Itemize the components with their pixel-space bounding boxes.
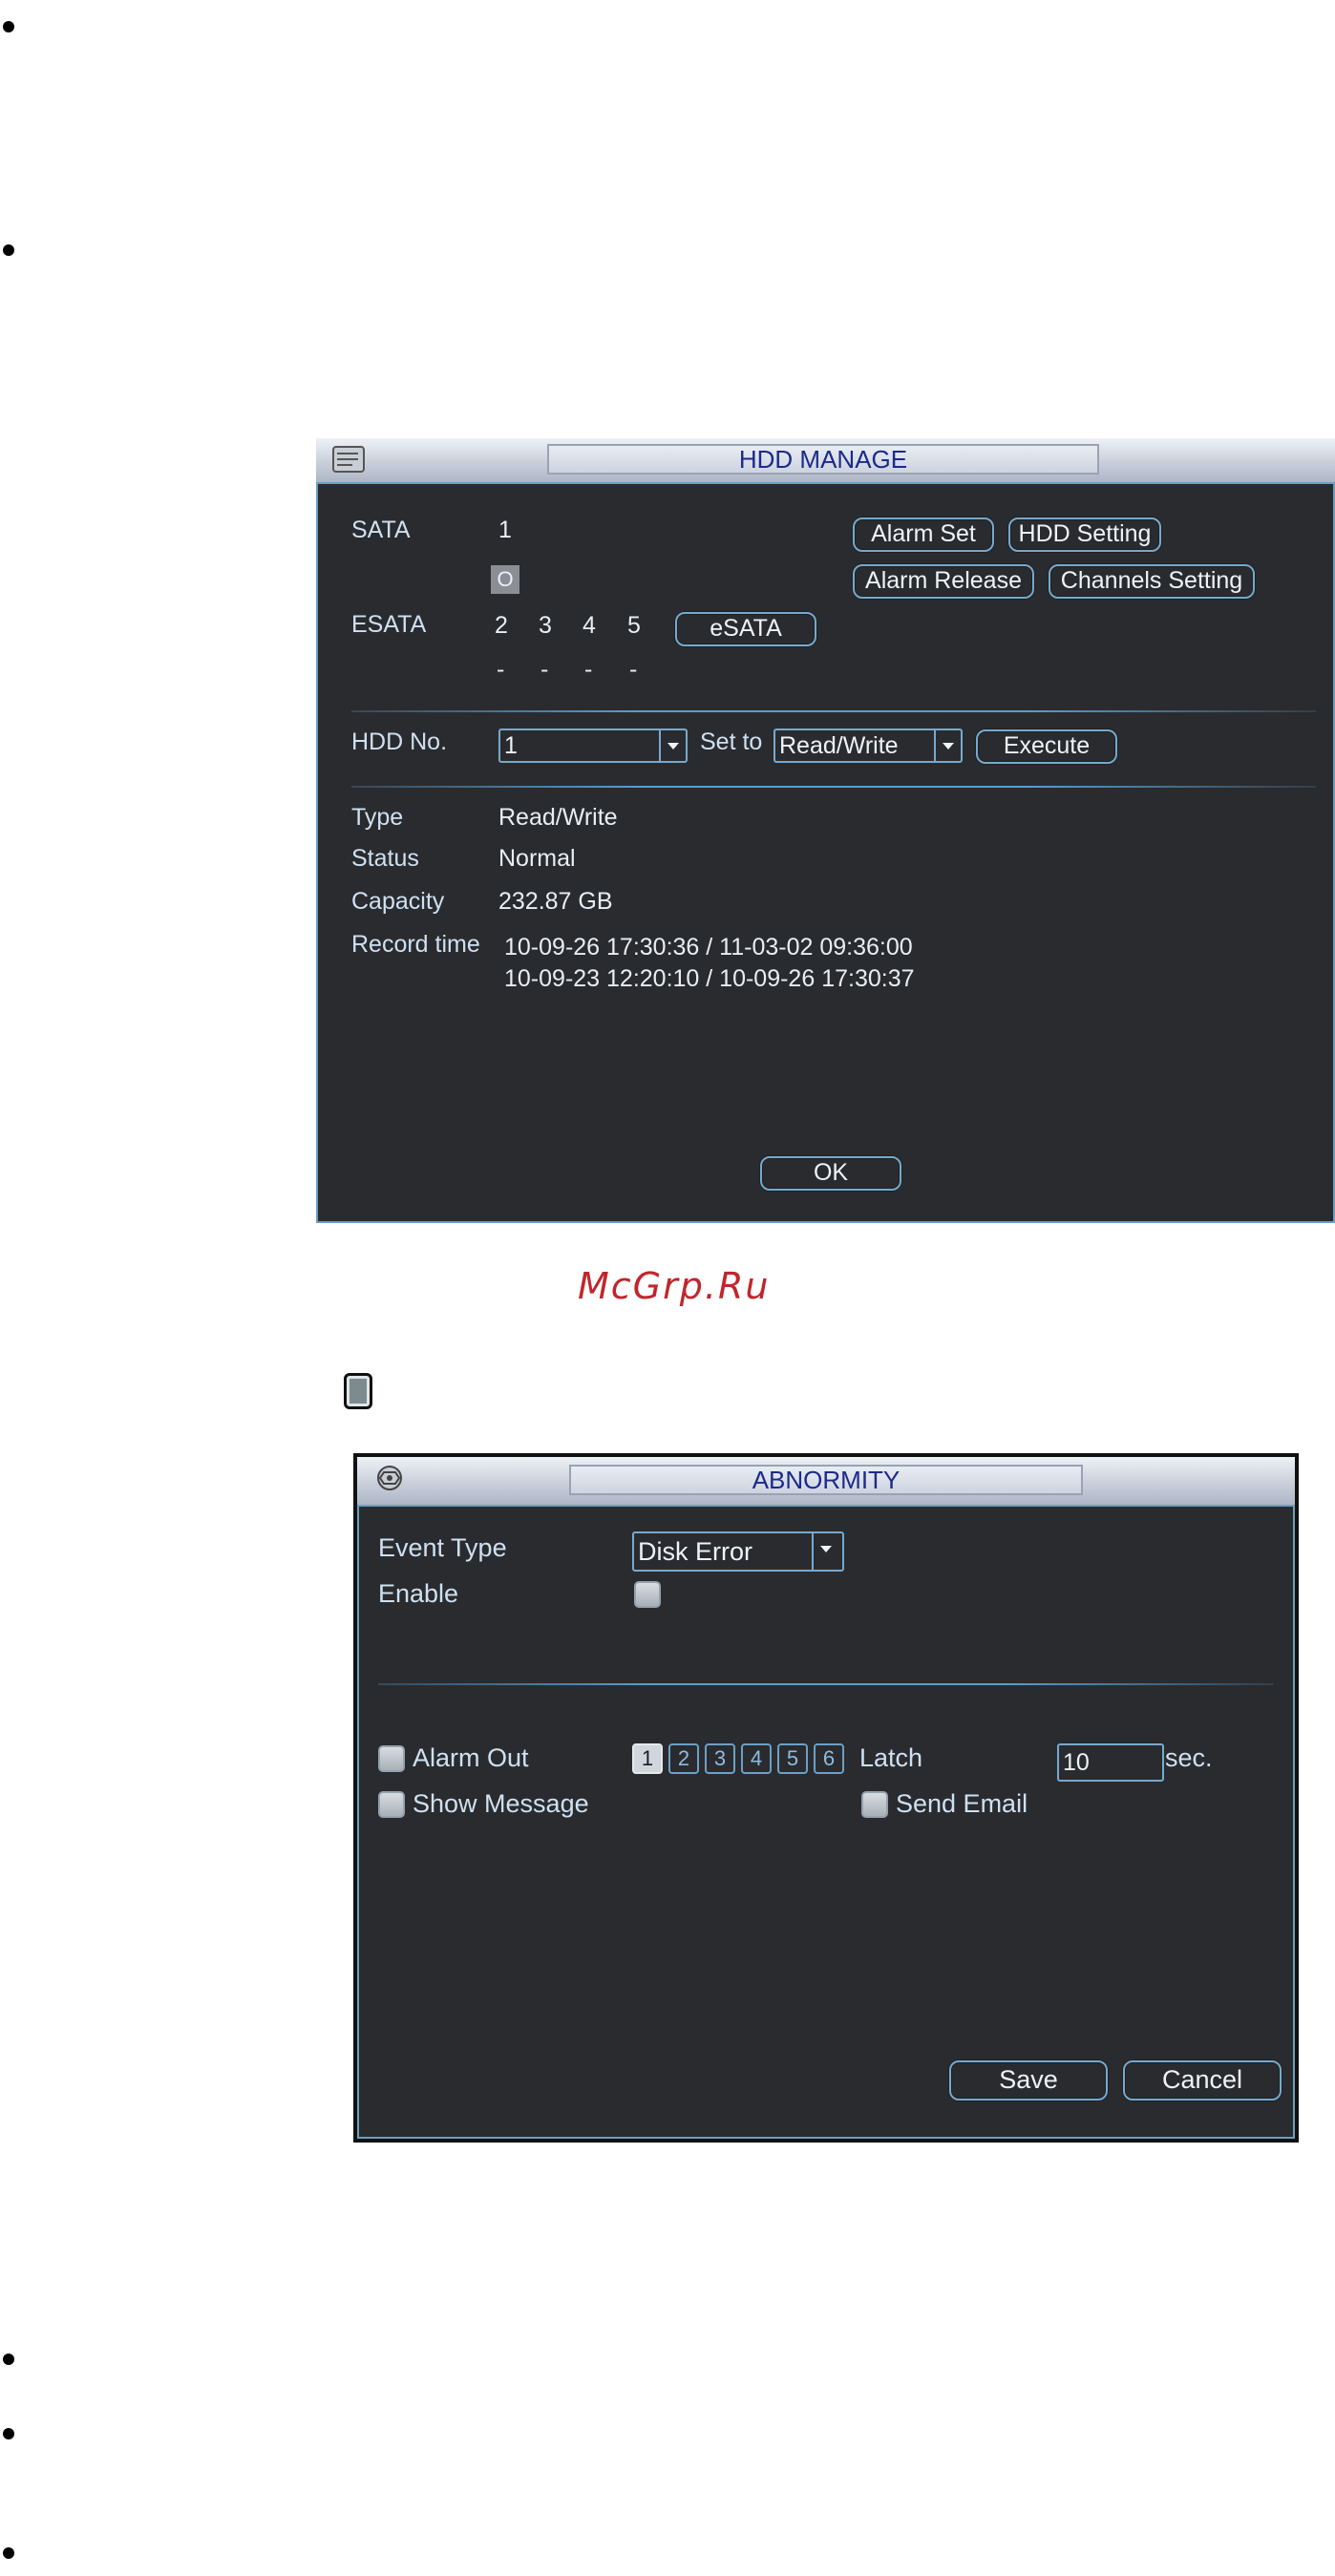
record-time-label: Record time [351,931,480,958]
chevron-down-icon[interactable] [812,1533,842,1570]
event-type-label: Event Type [378,1533,507,1562]
esata-label: ESATA [351,611,427,638]
status-value: Normal [498,845,576,872]
network-gear-icon [377,1466,402,1490]
event-type-select[interactable]: Disk Error [632,1531,844,1572]
execute-button[interactable]: Execute [976,729,1117,764]
alarm-release-button[interactable]: Alarm Release [853,564,1034,599]
event-type-value: Disk Error [638,1537,752,1566]
hdd-manage-window: HDD MANAGE SATA 1 O ESATA 2 3 4 5 - - - … [316,438,1335,1223]
bullet-icon [3,2547,14,2559]
hdd-setting-button[interactable]: HDD Setting [1008,517,1161,552]
type-value: Read/Write [498,804,618,831]
sata-slot-indicator[interactable]: O [491,565,519,594]
button-icon [344,1373,372,1409]
alarm-out-channel[interactable]: 3 [705,1743,735,1774]
divider [351,710,1316,712]
hdd-icon [332,446,365,473]
esata-port-status: - [584,656,593,683]
save-button[interactable]: Save [949,2060,1108,2101]
title-bar: ABNORMITY [357,1457,1295,1505]
hdd-no-label: HDD No. [351,728,448,755]
esata-port-status: - [540,656,549,683]
enable-checkbox[interactable] [634,1581,661,1608]
esata-port: 5 [627,612,641,639]
esata-port-status: - [629,656,638,683]
title-bar: HDD MANAGE [316,438,1335,482]
latch-input[interactable]: 10 [1057,1743,1164,1782]
alarm-out-channel[interactable]: 4 [741,1743,772,1774]
send-email-checkbox[interactable] [861,1791,888,1818]
window-title: ABNORMITY [569,1465,1083,1495]
ok-button[interactable]: OK [760,1156,901,1191]
watermark-text: McGrp.Ru [578,1265,771,1307]
show-message-label: Show Message [413,1789,589,1818]
alarm-out-channel[interactable]: 5 [777,1743,808,1774]
show-message-checkbox[interactable] [378,1791,405,1818]
set-to-label: Set to [700,728,763,755]
esata-button[interactable]: eSATA [675,612,816,646]
hdd-no-value: 1 [504,732,518,759]
send-email-label: Send Email [896,1789,1028,1818]
window-body [357,1505,1295,2139]
type-label: Type [351,804,404,831]
capacity-label: Capacity [351,888,445,915]
bullet-icon [3,244,14,256]
latch-label: Latch [859,1743,923,1772]
abnormity-window: ABNORMITY Event Type Disk Error Enable A… [353,1453,1299,2143]
chevron-down-icon[interactable] [934,730,961,761]
set-to-value: Read/Write [779,732,899,759]
hdd-no-select[interactable]: 1 [498,728,688,763]
record-time-entry: 10-09-23 12:20:10 / 10-09-26 17:30:37 [504,965,915,992]
esata-port: 4 [583,612,596,639]
sata-label: SATA [351,517,411,543]
sata-port: 1 [498,517,512,543]
alarm-out-label: Alarm Out [413,1743,529,1772]
bullet-icon [3,21,14,32]
alarm-out-channel[interactable]: 1 [632,1743,663,1774]
esata-port-status: - [497,656,505,683]
divider [378,1683,1274,1685]
divider [351,786,1316,788]
record-time-entry: 10-09-26 17:30:36 / 11-03-02 09:36:00 [504,934,913,961]
chevron-down-icon[interactable] [659,730,686,761]
bullet-icon [3,2428,14,2439]
status-label: Status [351,845,419,872]
alarm-out-channel[interactable]: 2 [668,1743,699,1774]
channels-setting-button[interactable]: Channels Setting [1049,564,1255,599]
set-to-select[interactable]: Read/Write [773,728,963,763]
cancel-button[interactable]: Cancel [1123,2060,1282,2101]
esata-port: 3 [539,612,552,639]
bullet-icon [3,2354,14,2365]
window-title: HDD MANAGE [547,444,1099,475]
alarm-out-channel[interactable]: 6 [814,1743,844,1774]
enable-label: Enable [378,1579,459,1608]
alarm-set-button[interactable]: Alarm Set [853,517,994,552]
latch-unit: sec. [1165,1743,1213,1772]
esata-port: 2 [495,612,508,639]
capacity-value: 232.87 GB [498,888,613,915]
alarm-out-checkbox[interactable] [378,1745,405,1772]
